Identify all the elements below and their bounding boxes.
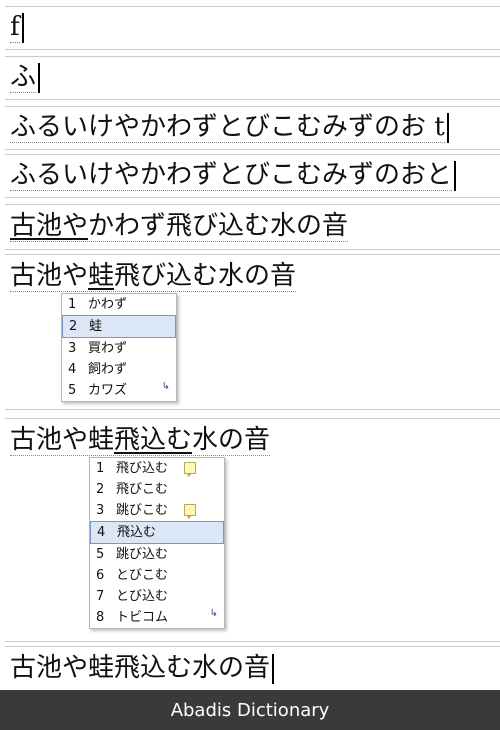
- composition-line[interactable]: ふるいけやかわずとびこむみずのおと: [10, 160, 457, 191]
- ime-step-3: ふるいけやかわずとびこむみずのお t: [5, 106, 500, 150]
- ime-step-7: 古池や蛙飛込む水の音 1 飛び込む 2 飛びこむ 3 跳びこむ 4 飛込む 5 跳び込む 6 とびこむ…: [5, 418, 500, 642]
- candidate-item[interactable]: 3 買わず: [62, 338, 176, 359]
- candidate-list[interactable]: 1 かわず 2 蛙 3 買わず 4 飼わず 5 カワズ ↳: [61, 293, 177, 402]
- active-segment: 古池や: [10, 211, 89, 241]
- candidate-item[interactable]: 5 跳び込む: [90, 544, 224, 565]
- text-caret: [21, 13, 24, 43]
- candidate-number: 5: [96, 547, 105, 562]
- ime-step-4: ふるいけやかわずとびこむみずのおと: [5, 154, 500, 198]
- comment-icon[interactable]: [184, 504, 196, 519]
- candidate-number: 1: [96, 461, 105, 476]
- candidate-item[interactable]: 1 飛び込む: [90, 458, 224, 479]
- input-text: ふ: [10, 62, 37, 93]
- candidate-number: 2: [96, 482, 105, 497]
- expand-arrow-icon[interactable]: ↳: [210, 603, 218, 624]
- ime-step-8: 古池や蛙飛込む水の音: [5, 646, 500, 692]
- candidate-item[interactable]: 1 かわず: [62, 294, 176, 315]
- composition-line[interactable]: ふ: [10, 62, 41, 93]
- pending-roman-text: t: [434, 112, 445, 142]
- composition-line[interactable]: 古池や蛙飛び込む水の音: [10, 261, 297, 292]
- candidate-item[interactable]: 4 飛込む: [90, 521, 224, 544]
- candidate-text: 飛込む: [117, 525, 157, 540]
- candidate-number: 1: [68, 297, 77, 312]
- converted-text: 古池やかわず飛び込む水の音: [10, 211, 349, 242]
- comment-icon[interactable]: [184, 462, 196, 477]
- candidate-item[interactable]: 2 飛びこむ: [90, 479, 224, 500]
- text-caret: [446, 113, 449, 143]
- candidate-list[interactable]: 1 飛び込む 2 飛びこむ 3 跳びこむ 4 飛込む 5 跳び込む 6 とびこむ 7 とび込む 8 トビコム ↳: [89, 457, 225, 629]
- candidate-number: 4: [97, 525, 106, 540]
- candidate-text: 買わず: [88, 341, 128, 356]
- candidate-item[interactable]: 2蛙: [62, 315, 176, 338]
- candidate-text: 飛びこむ: [116, 482, 169, 497]
- input-text: f: [10, 12, 20, 43]
- candidate-text: トビコム: [116, 610, 169, 625]
- candidate-number: 7: [96, 589, 105, 604]
- candidate-text: 蛙: [89, 319, 103, 334]
- candidate-text: カワズ: [88, 383, 128, 398]
- segment-3: 水の音: [192, 425, 271, 455]
- candidate-number: 5: [68, 383, 77, 398]
- input-text: ふるいけやかわずとびこむみずのお t: [10, 112, 445, 143]
- remaining-segment: かわず飛び込む水の音: [88, 211, 349, 241]
- composition-line[interactable]: f: [10, 12, 24, 43]
- ime-step-6: 古池や蛙飛び込む水の音 1 かわず 2 蛙 3 買わず 4 飼わず 5 カワズ ↳: [5, 254, 500, 410]
- candidate-number: 3: [96, 503, 105, 518]
- converted-text: 古池や蛙飛び込む水の音: [10, 261, 297, 292]
- candidate-item[interactable]: 3 跳びこむ: [90, 500, 224, 521]
- candidate-number: 6: [96, 568, 105, 583]
- candidate-number: 4: [68, 362, 77, 377]
- candidate-number: 8: [96, 610, 105, 625]
- candidate-number: 3: [68, 341, 77, 356]
- segment-3: 飛び込む水の音: [114, 261, 297, 291]
- candidate-text: 飼わず: [88, 362, 128, 377]
- footer-brand: Abadis Dictionary: [170, 699, 330, 721]
- candidate-text: 飛び込む: [116, 461, 169, 476]
- candidate-number: 2: [69, 319, 78, 334]
- text-caret: [454, 161, 457, 191]
- candidate-item[interactable]: 8 トビコム ↳: [90, 607, 224, 628]
- active-segment: 蛙: [88, 261, 115, 291]
- segment-1: 古池や: [10, 261, 89, 291]
- candidate-text: とび込む: [116, 589, 169, 604]
- candidate-text: かわず: [88, 297, 128, 312]
- segment-1: 古池や蛙: [10, 425, 115, 455]
- footer-bar: Abadis Dictionary: [0, 690, 500, 730]
- composition-line[interactable]: 古池や蛙飛込む水の音: [10, 653, 275, 684]
- composition-line[interactable]: 古池や蛙飛込む水の音: [10, 425, 271, 456]
- converted-text: 古池や蛙飛込む水の音: [10, 425, 271, 456]
- candidate-text: 跳び込む: [116, 547, 169, 562]
- ime-step-2: ふ: [5, 56, 500, 100]
- composition-line[interactable]: ふるいけやかわずとびこむみずのお t: [10, 112, 449, 143]
- ime-step-5: 古池やかわず飛び込む水の音: [5, 204, 500, 250]
- expand-arrow-icon[interactable]: ↳: [162, 376, 170, 397]
- text-caret: [38, 63, 41, 93]
- ime-step-1: f: [5, 6, 500, 50]
- composition-line[interactable]: 古池やかわず飛び込む水の音: [10, 211, 349, 242]
- hiragana-text: ふるいけやかわずとびこむみずのお: [10, 112, 427, 142]
- active-segment: 飛込む: [114, 425, 193, 455]
- input-text: ふるいけやかわずとびこむみずのおと: [10, 160, 453, 191]
- candidate-item[interactable]: 7 とび込む: [90, 586, 224, 607]
- candidate-text: 跳びこむ: [116, 503, 169, 518]
- text-caret: [272, 654, 275, 684]
- candidate-item[interactable]: 5 カワズ ↳: [62, 380, 176, 401]
- final-text: 古池や蛙飛込む水の音: [10, 653, 271, 683]
- candidate-item[interactable]: 6 とびこむ: [90, 565, 224, 586]
- candidate-text: とびこむ: [116, 568, 169, 583]
- candidate-item[interactable]: 4 飼わず: [62, 359, 176, 380]
